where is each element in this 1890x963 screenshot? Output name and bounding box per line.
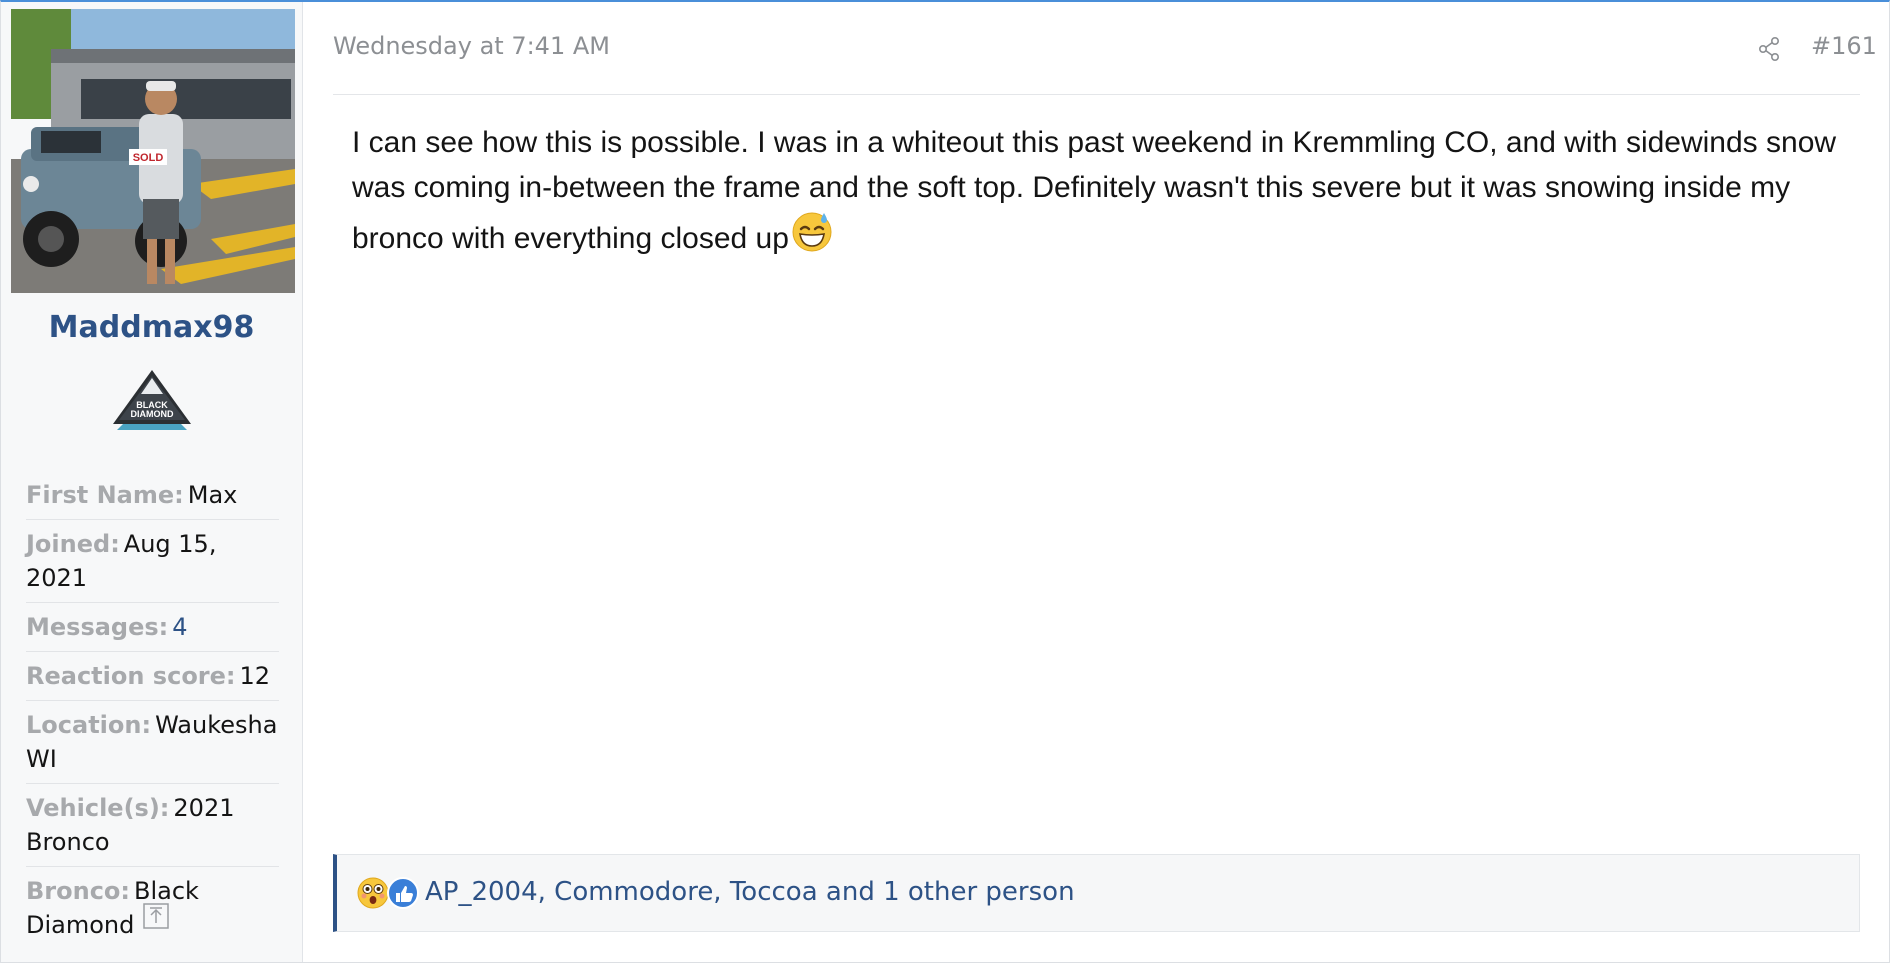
info-value: 12 (239, 662, 271, 690)
user-sidebar: SOLD Maddmax98 BLACK DIAMOND First Name:… (1, 2, 303, 962)
info-label: Reaction score: (26, 662, 236, 690)
post-main: Wednesday at 7:41 AM #161 I can see how … (333, 2, 1877, 962)
badge-text-line2: DIAMOND (131, 409, 174, 419)
info-vehicles: Vehicle(s): 2021 Bronco (26, 784, 279, 867)
grinning-sweat-emoji-icon (791, 210, 833, 252)
info-value: Max (187, 481, 238, 509)
share-icon (1758, 36, 1780, 61)
message-post: SOLD Maddmax98 BLACK DIAMOND First Name:… (0, 0, 1890, 963)
flushed-face-icon (357, 877, 389, 909)
reaction-users-link[interactable]: AP_2004, Commodore, Toccoa and 1 other p… (425, 877, 1075, 907)
info-joined: Joined: Aug 15, 2021 (26, 520, 279, 603)
info-label: Joined: (26, 530, 120, 558)
header-divider (333, 94, 1860, 95)
thumbs-up-icon (387, 877, 419, 909)
info-label: Location: (26, 711, 152, 739)
messages-count-link[interactable]: 4 (172, 613, 187, 641)
info-location: Location: Waukesha WI (26, 701, 279, 784)
info-label: Messages: (26, 613, 169, 641)
post-body-text: I can see how this is possible. I was in… (352, 126, 1837, 255)
avatar-photo: SOLD (11, 9, 295, 293)
info-label: Vehicle(s): (26, 794, 170, 822)
username-link[interactable]: Maddmax98 (1, 310, 302, 345)
user-badge-black-diamond: BLACK DIAMOND (111, 368, 193, 436)
reactions-bar[interactable]: AP_2004, Commodore, Toccoa and 1 other p… (333, 854, 1860, 932)
collapse-user-info-button[interactable] (143, 903, 169, 929)
reaction-icons (357, 873, 421, 913)
user-info-list: First Name: Max Joined: Aug 15, 2021 Messa… (26, 476, 279, 949)
user-avatar[interactable]: SOLD (11, 9, 295, 293)
black-diamond-logo-icon: BLACK DIAMOND (113, 370, 191, 430)
info-label: Bronco: (26, 877, 131, 905)
share-button[interactable] (1757, 36, 1781, 62)
arrow-up-box-icon (143, 903, 169, 929)
avatar-sign-text: SOLD (133, 152, 164, 164)
post-body: I can see how this is possible. I was in… (352, 120, 1852, 261)
info-messages: Messages: 4 (26, 603, 279, 652)
info-label: First Name: (26, 481, 184, 509)
post-date-link[interactable]: Wednesday at 7:41 AM (333, 32, 610, 60)
info-reaction-score: Reaction score: 12 (26, 652, 279, 701)
info-first-name: First Name: Max (26, 476, 279, 520)
post-number-link[interactable]: #161 (1811, 32, 1877, 60)
